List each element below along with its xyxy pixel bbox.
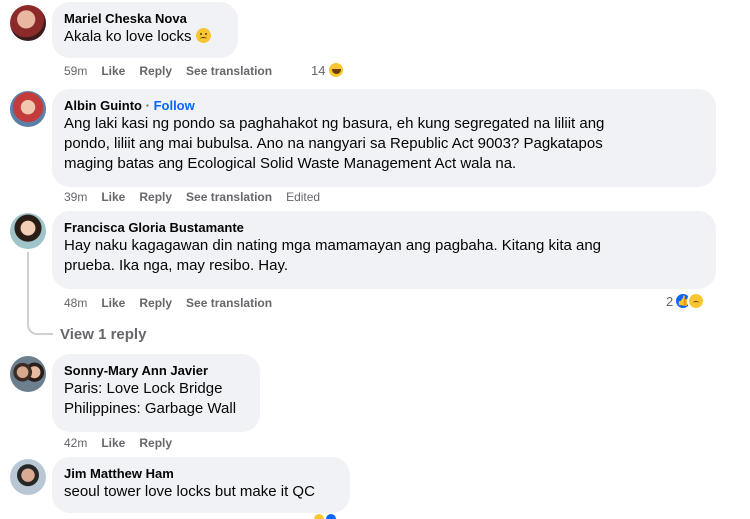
comment-bubble: Mariel Cheska Nova Akala ko love locks bbox=[52, 2, 238, 58]
comment-author[interactable]: Mariel Cheska Nova bbox=[64, 10, 226, 27]
reaction-icon-partial bbox=[314, 514, 324, 519]
comment-author[interactable]: Francisca Gloria Bustamante bbox=[64, 219, 704, 236]
like-button[interactable]: Like bbox=[101, 296, 125, 310]
comment-time[interactable]: 39m bbox=[64, 190, 87, 204]
comment-text: Hay naku kagagawan din nating mga mamama… bbox=[64, 237, 602, 274]
follow-button[interactable]: Follow bbox=[154, 98, 195, 113]
comment-bubble: Sonny-Mary Ann Javier Paris: Love Lock B… bbox=[52, 354, 260, 432]
comment-author[interactable]: Albin Guinto bbox=[64, 98, 142, 113]
avatar[interactable] bbox=[10, 356, 46, 392]
see-translation-button[interactable]: See translation bbox=[186, 190, 272, 204]
comment-author[interactable]: Sonny-Mary Ann Javier bbox=[64, 362, 248, 379]
avatar[interactable] bbox=[10, 91, 46, 127]
edited-label: Edited bbox=[286, 190, 321, 204]
view-replies-button[interactable]: View 1 reply bbox=[60, 326, 146, 343]
comment-text: Ang laki kasi ng pondo sa paghahakot ng … bbox=[64, 115, 605, 172]
comment-actions: 48m Like Reply See translation bbox=[64, 296, 286, 310]
reaction-summary[interactable]: 2 👍 bbox=[666, 292, 706, 310]
comment-author-line: Albin Guinto · Follow bbox=[64, 97, 704, 114]
comment-time[interactable]: 59m bbox=[64, 64, 87, 78]
sad-emoji-icon bbox=[195, 28, 211, 43]
comment-time[interactable]: 48m bbox=[64, 296, 87, 310]
comment-text: Akala ko love locks bbox=[64, 27, 226, 47]
avatar[interactable] bbox=[10, 459, 46, 495]
comment-actions: 42m Like Reply bbox=[64, 436, 186, 450]
thread-connector bbox=[27, 252, 53, 335]
like-button[interactable]: Like bbox=[101, 64, 125, 78]
comment-actions: 39m Like Reply See translation Edited bbox=[64, 190, 334, 204]
separator-dot: · bbox=[145, 98, 150, 113]
reaction-count: 2 bbox=[666, 293, 674, 309]
haha-icon bbox=[327, 61, 346, 79]
avatar[interactable] bbox=[10, 5, 46, 41]
comment-bubble: Francisca Gloria Bustamante Hay naku kag… bbox=[52, 211, 716, 289]
like-button[interactable]: Like bbox=[101, 190, 125, 204]
reaction-count: 14 bbox=[311, 62, 326, 78]
reply-button[interactable]: Reply bbox=[139, 296, 172, 310]
comment-bubble: Albin Guinto · Follow Ang laki kasi ng p… bbox=[52, 89, 716, 187]
comment-time[interactable]: 42m bbox=[64, 436, 87, 450]
comment-text: Paris: Love Lock Bridge Philippines: Gar… bbox=[64, 380, 237, 417]
comment-text: seoul tower love locks but make it QC bbox=[64, 483, 315, 500]
sad-icon bbox=[687, 292, 706, 310]
reply-button[interactable]: Reply bbox=[139, 190, 172, 204]
avatar[interactable] bbox=[10, 213, 46, 249]
comment-actions: 59m Like Reply See translation bbox=[64, 64, 286, 78]
reply-button[interactable]: Reply bbox=[139, 436, 172, 450]
like-button[interactable]: Like bbox=[101, 436, 125, 450]
reaction-icon-partial bbox=[326, 514, 336, 519]
reply-button[interactable]: Reply bbox=[139, 64, 172, 78]
reaction-summary-partial bbox=[314, 514, 344, 519]
comment-bubble: Jim Matthew Ham seoul tower love locks b… bbox=[52, 457, 350, 513]
comment-author[interactable]: Jim Matthew Ham bbox=[64, 465, 338, 482]
see-translation-button[interactable]: See translation bbox=[186, 64, 272, 78]
see-translation-button[interactable]: See translation bbox=[186, 296, 272, 310]
reaction-summary[interactable]: 14 bbox=[311, 61, 346, 79]
